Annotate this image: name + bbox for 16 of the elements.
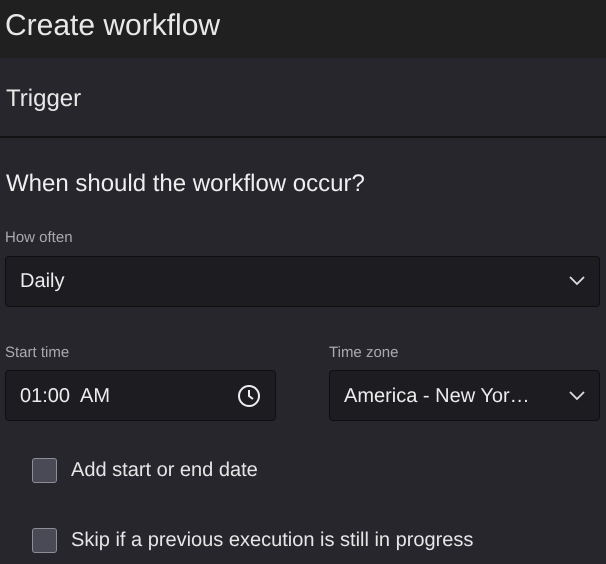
- time-zone-select[interactable]: America - New Yor…: [329, 370, 600, 421]
- checkbox-label: Add start or end date: [71, 458, 258, 483]
- chevron-icon: [569, 276, 585, 286]
- checkbox[interactable]: [32, 458, 57, 482]
- time-field[interactable]: 01:00 AM: [5, 370, 276, 421]
- section-title: Trigger: [6, 84, 82, 114]
- field-label: How often: [5, 228, 73, 248]
- checkbox-label: Skip if a previous execution is still in progress: [71, 528, 474, 553]
- checkbox[interactable]: [32, 528, 57, 552]
- frequency-select[interactable]: Daily: [5, 256, 600, 306]
- question-heading: When should the workflow occur?: [6, 169, 366, 199]
- field-label: Start time: [5, 342, 70, 362]
- clock-icon: [237, 384, 261, 408]
- field-label: Time zone: [329, 342, 398, 362]
- page-title: Create workflow: [5, 8, 220, 44]
- chevron-icon: [569, 390, 585, 400]
